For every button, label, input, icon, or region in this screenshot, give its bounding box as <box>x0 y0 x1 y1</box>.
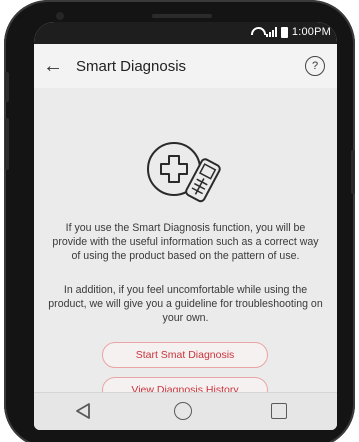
start-diagnosis-button[interactable]: Start Smat Diagnosis <box>102 342 268 368</box>
help-icon[interactable]: ? <box>305 56 325 76</box>
screen: 1:00PM ← Smart Diagnosis ? If you use th… <box>34 22 337 430</box>
volume-down-key <box>5 118 9 170</box>
navigation-bar <box>34 392 337 430</box>
status-indicators: 1:00PM <box>250 26 331 38</box>
phone-frame: 1:00PM ← Smart Diagnosis ? If you use th… <box>4 0 355 442</box>
back-arrow-icon[interactable]: ← <box>34 44 72 88</box>
description-text: If you use the Smart Diagnosis function,… <box>52 222 319 263</box>
nav-home-icon[interactable] <box>174 402 192 420</box>
troubleshooting-text: In addition, if you feel uncomfortable w… <box>48 284 323 325</box>
app-bar: ← Smart Diagnosis ? <box>34 44 337 88</box>
wifi-icon <box>250 27 266 37</box>
volume-up-key <box>5 72 9 102</box>
power-key <box>351 150 355 194</box>
signal-icon <box>265 27 277 37</box>
medical-phone-icon <box>147 142 221 203</box>
nav-back-icon[interactable] <box>74 402 92 420</box>
nav-recent-icon[interactable] <box>271 403 287 419</box>
status-time: 1:00PM <box>291 26 331 38</box>
battery-icon <box>280 26 288 38</box>
front-camera <box>56 12 64 20</box>
earpiece-speaker <box>152 14 212 18</box>
page-title: Smart Diagnosis <box>76 57 187 75</box>
status-bar: 1:00PM <box>34 22 337 44</box>
main-content: If you use the Smart Diagnosis function,… <box>34 88 337 403</box>
